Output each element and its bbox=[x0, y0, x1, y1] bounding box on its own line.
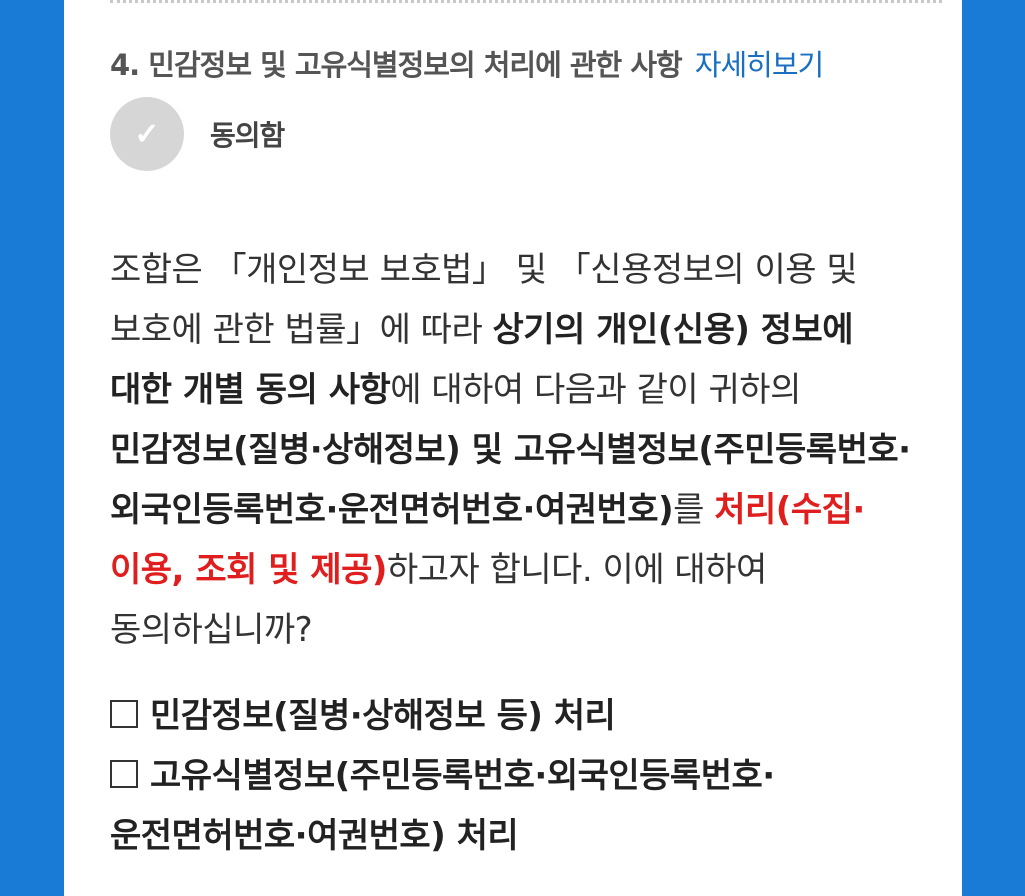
body-text-part-3: 를 bbox=[673, 490, 715, 530]
section-title: 4. 민감정보 및 고유식별정보의 처리에 관한 사항 자세히보기 bbox=[110, 42, 824, 84]
dotted-divider bbox=[110, 0, 942, 3]
agree-row[interactable]: ✓ 동의함 bbox=[110, 96, 285, 172]
checkbox-icon[interactable] bbox=[110, 760, 138, 788]
option-unique-id-info[interactable]: 고유식별정보(주민등록번호·외국인등록번호·운전면허번호·여권번호) 처리 bbox=[110, 746, 916, 866]
option-sensitive-info-label: 민감정보(질병·상해정보 등) 처리 bbox=[150, 696, 616, 736]
option-sensitive-info[interactable]: 민감정보(질병·상해정보 등) 처리 bbox=[110, 686, 916, 746]
option-unique-id-info-label: 고유식별정보(주민등록번호·외국인등록번호·운전면허번호·여권번호) 처리 bbox=[110, 756, 775, 856]
consent-options: 민감정보(질병·상해정보 등) 처리 고유식별정보(주민등록번호·외국인등록번호… bbox=[110, 686, 916, 866]
checkbox-icon[interactable] bbox=[110, 700, 138, 728]
view-details-link[interactable]: 자세히보기 bbox=[695, 48, 824, 82]
body-text-part-2: 에 대하여 다음과 같이 귀하의 bbox=[390, 370, 801, 410]
check-icon: ✓ bbox=[134, 117, 160, 151]
consent-body-text: 조합은 「개인정보 보호법」 및 「신용정보의 이용 및 보호에 관한 법률」에… bbox=[110, 240, 916, 660]
agree-check-button[interactable]: ✓ bbox=[110, 97, 184, 171]
section-title-text: 4. 민감정보 및 고유식별정보의 처리에 관한 사항 bbox=[110, 48, 683, 82]
consent-card: 4. 민감정보 및 고유식별정보의 처리에 관한 사항 자세히보기 ✓ 동의함 … bbox=[64, 0, 962, 896]
agree-label: 동의함 bbox=[210, 119, 285, 152]
